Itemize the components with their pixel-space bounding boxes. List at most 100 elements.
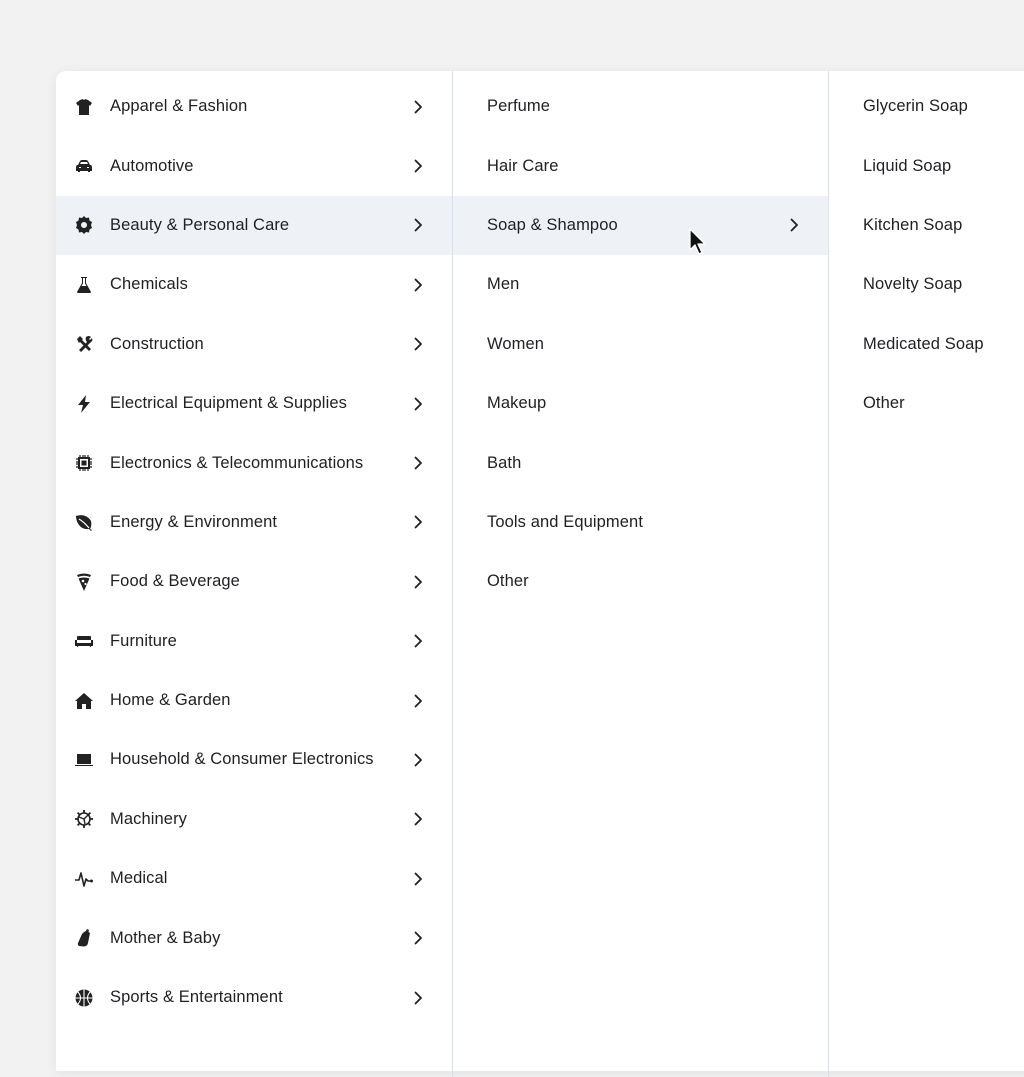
leaf-label: Kitchen Soap: [863, 215, 963, 234]
baby-bottle-icon: [74, 928, 94, 948]
chevron-right-icon: [408, 512, 428, 532]
category-item-electrical-equipment-and-supplies[interactable]: Electrical Equipment & Supplies: [56, 374, 452, 433]
leaf-icon: [74, 512, 94, 532]
chevron-right-icon: [408, 631, 428, 651]
category-label: Machinery: [110, 809, 188, 828]
house-icon: [74, 691, 94, 711]
leaf-label: Medicated Soap: [863, 334, 984, 353]
leaf-label: Liquid Soap: [863, 156, 952, 175]
lightning-icon: [74, 394, 94, 414]
subcategory-item-other[interactable]: Other: [453, 552, 828, 611]
chevron-right-icon: [408, 334, 428, 354]
category-label: Construction: [110, 334, 204, 353]
laptop-icon: [74, 750, 94, 770]
leaf-item-kitchen-soap[interactable]: Kitchen Soap: [829, 196, 1024, 255]
subcategory-column: Perfume Hair Care Soap & Shampoo Men Women Ma…: [453, 71, 829, 1077]
category-label: Automotive: [110, 156, 194, 175]
subcategory-label: Men: [487, 275, 520, 294]
chevron-right-icon: [408, 691, 428, 711]
category-label: Home & Garden: [110, 691, 231, 710]
category-label: Mother & Baby: [110, 928, 221, 947]
category-label: Beauty & Personal Care: [110, 215, 290, 234]
mouse-cursor-icon: [689, 228, 706, 255]
category-label: Food & Beverage: [110, 572, 240, 591]
category-label: Chemicals: [110, 275, 188, 294]
category-label: Sports & Entertainment: [110, 988, 283, 1007]
category-item-machinery[interactable]: Machinery: [56, 790, 452, 849]
chevron-right-icon: [408, 97, 428, 117]
leaf-label: Other: [863, 394, 905, 413]
category-item-food-and-beverage[interactable]: Food & Beverage: [56, 552, 452, 611]
gear-icon: [74, 215, 94, 235]
category-label: Household & Consumer Electronics: [110, 750, 374, 769]
chevron-right-icon: [408, 928, 428, 948]
tools-icon: [74, 334, 94, 354]
chevron-right-icon: [784, 215, 804, 235]
subcategory-label: Soap & Shampoo: [487, 215, 618, 234]
category-label: Electrical Equipment & Supplies: [110, 394, 347, 413]
chevron-right-icon: [408, 453, 428, 473]
subcategory-item-soap-and-shampoo[interactable]: Soap & Shampoo: [453, 195, 828, 256]
subcategory-label: Bath: [487, 453, 522, 472]
category-item-electronics-and-telecommunications[interactable]: Electronics & Telecommunications: [56, 433, 452, 492]
category-item-medical[interactable]: Medical: [56, 849, 452, 908]
category-item-furniture[interactable]: Furniture: [56, 612, 452, 671]
subcategory-label: Other: [487, 572, 529, 591]
basketball-icon: [74, 988, 94, 1008]
subcategory-item-tools-and-equipment[interactable]: Tools and Equipment: [453, 493, 828, 552]
category-item-chemicals[interactable]: Chemicals: [56, 255, 452, 314]
category-label: Furniture: [110, 631, 177, 650]
chevron-right-icon: [408, 869, 428, 889]
chevron-right-icon: [408, 809, 428, 829]
subcategory-label: Hair Care: [487, 156, 559, 175]
category-item-construction[interactable]: Construction: [56, 315, 452, 374]
category-item-sports-and-entertainment[interactable]: Sports & Entertainment: [56, 968, 452, 1027]
category-item-energy-and-environment[interactable]: Energy & Environment: [56, 493, 452, 552]
category-label: Energy & Environment: [110, 512, 278, 531]
category-label: Medical: [110, 869, 168, 888]
flask-icon: [74, 275, 94, 295]
subcategory-label: Tools and Equipment: [487, 512, 643, 531]
chevron-right-icon: [408, 394, 428, 414]
category-mega-menu: Apparel & Fashion Automotive Beauty & Pers…: [56, 71, 1024, 1077]
subcategory-item-bath[interactable]: Bath: [453, 433, 828, 492]
category-item-automotive[interactable]: Automotive: [56, 136, 452, 195]
subcategory-label: Women: [487, 334, 545, 353]
subcategory-item-men[interactable]: Men: [453, 255, 828, 314]
chevron-right-icon: [408, 215, 428, 235]
chevron-right-icon: [408, 750, 428, 770]
leaf-item-medicated-soap[interactable]: Medicated Soap: [829, 315, 1024, 374]
category-column: Apparel & Fashion Automotive Beauty & Pers…: [56, 71, 453, 1077]
heartbeat-icon: [74, 869, 94, 889]
subcategory-item-women[interactable]: Women: [453, 315, 828, 374]
leaf-item-glycerin-soap[interactable]: Glycerin Soap: [829, 77, 1024, 136]
category-item-household-and-consumer-electronics[interactable]: Household & Consumer Electronics: [56, 730, 452, 789]
chevron-right-icon: [408, 156, 428, 176]
category-item-apparel-and-fashion[interactable]: Apparel & Fashion: [56, 77, 452, 136]
couch-icon: [74, 631, 94, 651]
leaf-label: Novelty Soap: [863, 275, 963, 294]
subcategory-item-perfume[interactable]: Perfume: [453, 77, 828, 136]
chevron-right-icon: [408, 572, 428, 592]
chip-icon: [74, 453, 94, 473]
subcategory-item-hair-care[interactable]: Hair Care: [453, 136, 828, 195]
chevron-right-icon: [408, 275, 428, 295]
subcategory-label: Perfume: [487, 97, 551, 116]
category-label: Electronics & Telecommunications: [110, 453, 364, 472]
leaf-label: Glycerin Soap: [863, 97, 968, 116]
cog-icon: [74, 809, 94, 829]
leaf-category-column: Glycerin Soap Liquid Soap Kitchen Soap Nove…: [829, 71, 1024, 1077]
subcategory-item-makeup[interactable]: Makeup: [453, 374, 828, 433]
category-item-beauty-and-personal-care[interactable]: Beauty & Personal Care: [56, 195, 452, 256]
leaf-item-other[interactable]: Other: [829, 374, 1024, 433]
tshirt-icon: [74, 97, 94, 117]
car-icon: [74, 156, 94, 176]
category-item-mother-and-baby[interactable]: Mother & Baby: [56, 908, 452, 967]
category-label: Apparel & Fashion: [110, 97, 248, 116]
leaf-item-liquid-soap[interactable]: Liquid Soap: [829, 136, 1024, 195]
pizza-icon: [74, 572, 94, 592]
leaf-item-novelty-soap[interactable]: Novelty Soap: [829, 255, 1024, 314]
chevron-right-icon: [408, 988, 428, 1008]
subcategory-label: Makeup: [487, 394, 547, 413]
category-item-home-and-garden[interactable]: Home & Garden: [56, 671, 452, 730]
